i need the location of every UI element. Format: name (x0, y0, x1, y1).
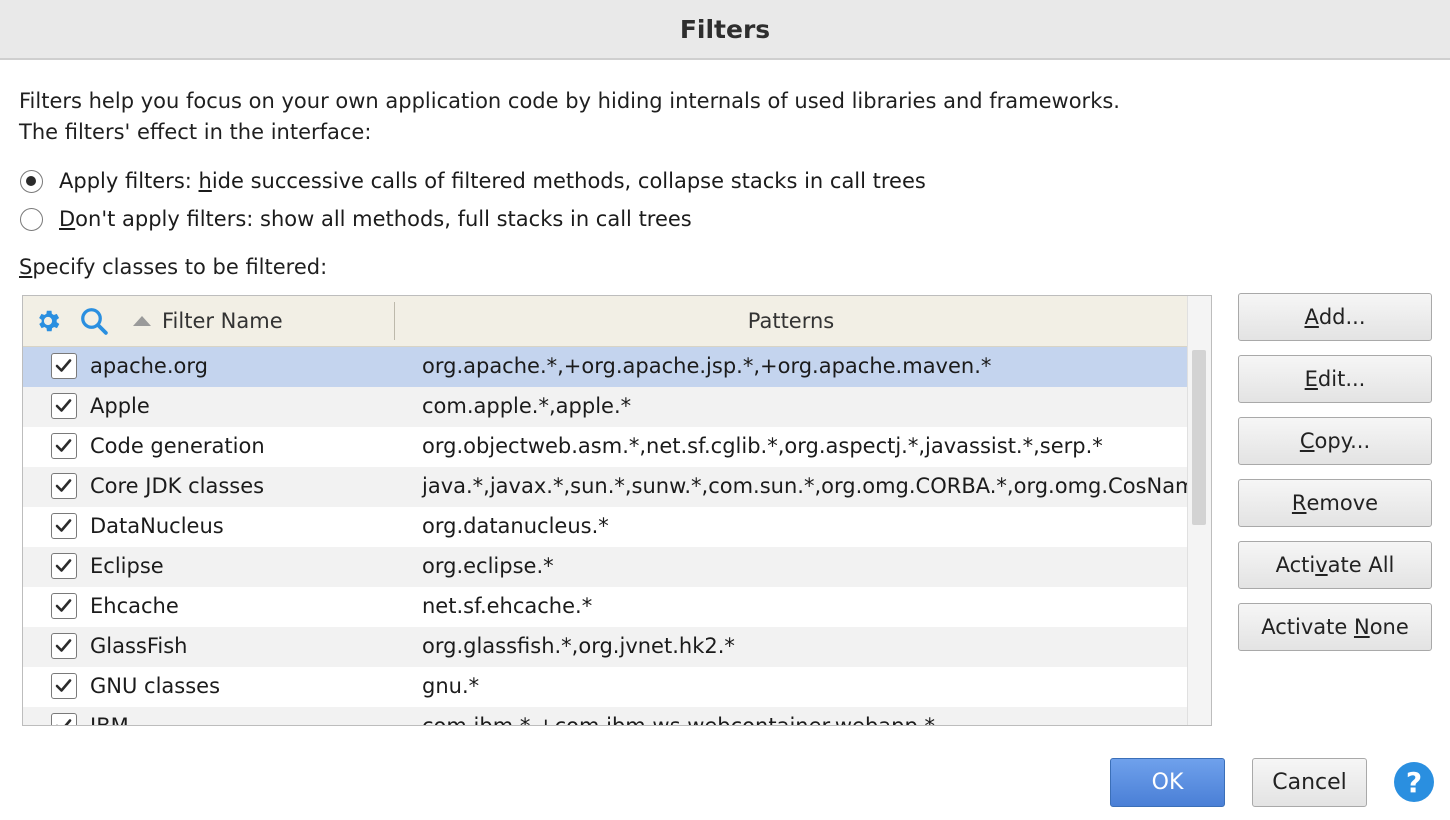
column-header-patterns[interactable]: Patterns (395, 309, 1187, 333)
add-button[interactable]: Add... (1238, 293, 1432, 341)
radio-dont-apply-label: Don't apply filters: show all methods, f… (59, 207, 692, 231)
table-row[interactable]: GNU classes gnu.* (23, 667, 1187, 707)
row-checkbox[interactable] (51, 393, 77, 419)
row-checkbox[interactable] (51, 673, 77, 699)
filter-name-cell: Core JDK classes (90, 474, 265, 498)
radio-apply-label: Apply filters: hide successive calls of … (59, 169, 926, 193)
radio-apply-filters[interactable]: Apply filters: hide successive calls of … (20, 169, 926, 193)
gear-icon[interactable] (34, 307, 62, 335)
patterns-cell: net.sf.ehcache.* (422, 594, 593, 618)
description-line-2: The filters' effect in the interface: (19, 120, 372, 144)
checkmark-icon (55, 559, 72, 572)
filter-name-cell: GNU classes (90, 674, 221, 698)
row-checkbox[interactable] (51, 633, 77, 659)
vertical-scrollbar[interactable] (1187, 296, 1211, 725)
checkmark-icon (55, 479, 72, 492)
checkmark-icon (55, 359, 72, 372)
filter-name-cell: DataNucleus (90, 514, 224, 538)
checkmark-icon (55, 519, 72, 532)
dialog-title: Filters (679, 14, 771, 44)
column-header-filter-name[interactable]: Filter Name (162, 309, 283, 333)
table-row[interactable]: DataNucleus org.datanucleus.* (23, 507, 1187, 547)
checkmark-icon (56, 719, 72, 725)
row-checkbox[interactable] (51, 353, 77, 379)
title-bar: Filters (0, 0, 1450, 60)
row-checkbox[interactable] (51, 433, 77, 459)
activate-all-button[interactable]: Acti v ate All (1238, 541, 1432, 589)
table-row[interactable]: apache.org org.apache.*,+org.apache.jsp.*… (23, 347, 1187, 387)
patterns-cell: com.ibm.*,+com.ibm.ws.webcontainer.webap… (422, 714, 936, 726)
table-row[interactable]: Code generation org.objectweb.asm.*,net.s… (23, 427, 1187, 467)
checkmark-icon (55, 399, 72, 412)
patterns-cell: com.apple.*,apple.* (422, 394, 632, 418)
table-row[interactable]: Ehcache net.sf.ehcache.* (23, 587, 1187, 627)
table-body: apache.org org.apache.*,+org.apache.jsp.*… (23, 347, 1187, 726)
edit-button[interactable]: Edit... (1238, 355, 1432, 403)
filter-name-cell: GlassFish (90, 634, 188, 658)
filter-name-cell: Eclipse (90, 554, 164, 578)
table-row[interactable]: Eclipse org.eclipse.* (23, 547, 1187, 587)
search-icon[interactable] (79, 306, 109, 336)
table-row[interactable]: IBM com.ibm.*,+com.ibm.ws.webcontainer.we… (23, 707, 1187, 726)
filter-name-cell: IBM (90, 714, 129, 726)
patterns-cell: org.eclipse.* (422, 554, 554, 578)
checkmark-icon (55, 439, 72, 452)
table-header: Filter Name Patterns (23, 296, 1187, 347)
patterns-cell: org.objectweb.asm.*,net.sf.cglib.*,org.a… (422, 434, 1103, 458)
activate-none-button[interactable]: Activate None (1238, 603, 1432, 651)
patterns-cell: org.glassfish.*,org.jvnet.hk2.* (422, 634, 735, 658)
filter-name-cell: Code generation (90, 434, 265, 458)
scrollbar-thumb[interactable] (1192, 350, 1206, 525)
ok-button[interactable]: OK (1110, 758, 1225, 807)
table-row[interactable]: GlassFish org.glassfish.*,org.jvnet.hk2.* (23, 627, 1187, 667)
checkmark-icon (55, 679, 72, 692)
cancel-button[interactable]: Cancel (1252, 758, 1367, 807)
patterns-cell: java.*,javax.*,sun.*,sunw.*,com.sun.*,or… (422, 474, 1187, 498)
sort-ascending-icon (133, 316, 151, 326)
specify-classes-label: Specify classes to be filtered: (19, 255, 328, 279)
description-line-1: Filters help you focus on your own appli… (19, 89, 1120, 113)
patterns-cell: org.datanucleus.* (422, 514, 609, 538)
filter-name-cell: apache.org (90, 354, 208, 378)
table-row[interactable]: Core JDK classes java.*,javax.*,sun.*,sun… (23, 467, 1187, 507)
row-checkbox[interactable] (51, 513, 77, 539)
row-checkbox[interactable] (51, 473, 77, 499)
filter-name-cell: Apple (90, 394, 150, 418)
checkmark-icon (55, 599, 72, 612)
checkmark-icon (55, 639, 72, 652)
patterns-cell: gnu.* (422, 674, 480, 698)
table-row[interactable]: Apple com.apple.*,apple.* (23, 387, 1187, 427)
radio-button-checked[interactable] (20, 169, 43, 193)
row-checkbox[interactable] (51, 553, 77, 579)
radio-dont-apply-filters[interactable]: Don't apply filters: show all methods, f… (20, 207, 692, 231)
patterns-cell: org.apache.*,+org.apache.jsp.*,+org.apac… (422, 354, 992, 378)
remove-button[interactable]: Remove (1238, 479, 1432, 527)
row-checkbox[interactable] (51, 713, 77, 725)
filter-name-cell: Ehcache (90, 594, 179, 618)
row-checkbox[interactable] (51, 593, 77, 619)
radio-button-unchecked[interactable] (20, 207, 43, 231)
filters-table: Filter Name Patterns apache.org org.apach… (22, 295, 1212, 726)
help-icon[interactable]: ? (1394, 762, 1434, 802)
copy-button[interactable]: Copy... (1238, 417, 1432, 465)
